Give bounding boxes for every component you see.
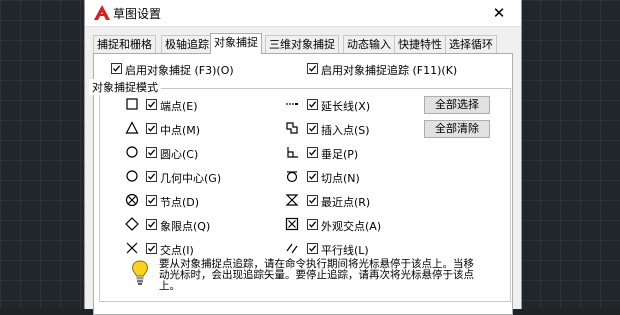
nearest-checkbox[interactable] [307,195,318,206]
intersection-label: 交点(I) [160,244,194,257]
tab-polar-tracking[interactable]: 极轴追踪 [161,35,213,53]
select-all-button[interactable]: 全部选择 [424,96,490,114]
extension-dots-icon [286,103,298,105]
parallel-label: 平行线(L) [321,244,369,257]
geometric-center-label: 几何中心(G) [160,172,222,185]
extension-checkbox[interactable] [307,99,318,110]
quadrant-diamond-icon [125,217,139,231]
midpoint-checkbox[interactable] [146,123,157,134]
intersection-checkbox[interactable] [146,243,157,254]
tab-dynamic-input[interactable]: 动态输入 [343,35,395,53]
center-circle-icon [126,146,138,158]
quadrant-label: 象限点(Q) [160,220,211,233]
apparent-intersection-checkbox[interactable] [307,219,318,230]
tab-object-snap[interactable]: 对象捕捉 [210,33,262,54]
geometric-center-checkbox[interactable] [146,171,157,182]
node-label: 节点(D) [160,196,200,209]
insertion-squares-icon [286,122,298,134]
tangent-checkbox[interactable] [307,171,318,182]
enable-object-snap-checkbox[interactable] [111,63,122,74]
enable-snap-tracking-label: 启用对象捕捉追踪 (F11)(K) [321,64,458,77]
tab-quick-properties[interactable]: 快捷特性 [394,35,446,53]
close-button[interactable]: ✕ [477,0,521,26]
tangent-label: 切点(N) [321,172,360,185]
apparent-intersection-box-icon [285,217,299,231]
midpoint-label: 中点(M) [160,124,201,137]
endpoint-checkbox[interactable] [146,99,157,110]
endpoint-label: 端点(E) [160,100,198,113]
tab-snap-grid[interactable]: 捕捉和栅格 [93,35,156,53]
tab-3d-object-snap[interactable]: 三维对象捕捉 [265,35,339,53]
drafting-settings-dialog: 草图设置 ✕ 捕捉和栅格 极轴追踪 对象捕捉 三维对象捕捉 动态输入 快捷特性 … [84,0,522,315]
tab-selection-cycling[interactable]: 选择循环 [445,35,497,53]
center-checkbox[interactable] [146,147,157,158]
tracking-hint-text: 要从对象捕捉点追踪，请在命令执行期间将光标悬停于该点上。当移动光标时，会出现追踪… [159,258,474,292]
nearest-label: 最近点(R) [321,196,371,209]
parallel-lines-icon [286,243,298,254]
extension-label: 延长线(X) [321,100,371,113]
endpoint-square-icon [126,98,138,110]
midpoint-triangle-icon [125,121,139,134]
apparent-intersection-label: 外观交点(A) [321,220,382,233]
node-x-circle-icon [125,193,139,207]
quadrant-checkbox[interactable] [146,219,157,230]
perpendicular-icon [287,147,298,158]
tab-strip: 捕捉和栅格 极轴追踪 对象捕捉 三维对象捕捉 动态输入 快捷特性 选择循环 [93,33,513,54]
center-label: 圆心(C) [160,148,199,161]
perpendicular-label: 垂足(P) [321,148,359,161]
enable-object-snap-label: 启用对象捕捉 (F3)(O) [125,64,234,77]
lightbulb-icon [131,260,149,285]
dialog-title: 草图设置 [113,7,162,21]
clear-all-button[interactable]: 全部清除 [424,120,490,138]
title-bar: 草图设置 ✕ [85,0,521,27]
perpendicular-checkbox[interactable] [307,147,318,158]
enable-snap-tracking-checkbox[interactable] [307,63,318,74]
insertion-checkbox[interactable] [307,123,318,134]
insertion-label: 插入点(S) [321,124,370,137]
snap-modes-group-title: 对象捕捉模式 [89,79,161,95]
autocad-logo-icon [94,5,110,20]
node-checkbox[interactable] [146,195,157,206]
parallel-checkbox[interactable] [307,243,318,254]
nearest-hourglass-icon [285,194,299,206]
intersection-x-icon [126,242,138,254]
geometric-center-circle-icon [126,170,138,182]
tangent-circle-icon [286,171,298,183]
